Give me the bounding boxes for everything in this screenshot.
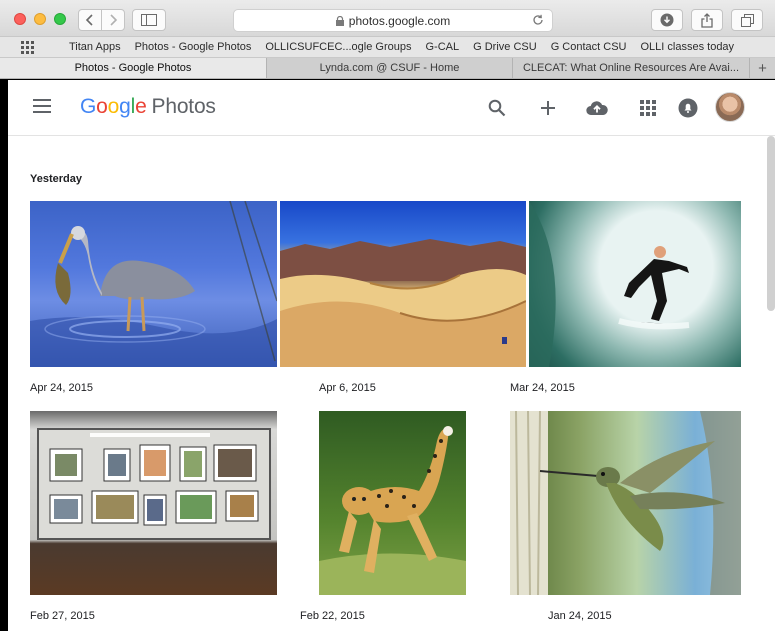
address-bar[interactable]: photos.google.com xyxy=(233,9,553,32)
bookmark-titan-apps[interactable]: Titan Apps xyxy=(69,41,121,53)
new-tab-button[interactable]: + xyxy=(750,58,775,78)
bookmark-g-drive-csu[interactable]: G Drive CSU xyxy=(473,41,537,53)
photo-heron[interactable] xyxy=(30,201,277,367)
search-icon[interactable] xyxy=(486,97,508,119)
apps-grid-icon[interactable] xyxy=(637,97,659,119)
sidebar-toggle-button[interactable] xyxy=(132,9,166,31)
google-photos-page: Google Photos Yesterday Apr 24, 2015 Apr… xyxy=(8,80,775,631)
back-button[interactable] xyxy=(78,9,102,31)
photo-date: Apr 24, 2015 xyxy=(30,382,93,394)
google-photos-logo[interactable]: Google Photos xyxy=(80,95,216,119)
forward-button[interactable] xyxy=(101,9,125,31)
bookmark-g-cal[interactable]: G-CAL xyxy=(426,41,460,53)
close-window-button[interactable] xyxy=(14,13,26,25)
add-icon[interactable] xyxy=(537,97,559,119)
avatar[interactable] xyxy=(715,92,745,122)
minimize-window-button[interactable] xyxy=(34,13,46,25)
bookmark-olli-google-groups[interactable]: OLLICSUFCEC...ogle Groups xyxy=(265,41,411,53)
menu-icon[interactable] xyxy=(33,99,51,113)
tabs-icon xyxy=(740,13,754,27)
downloads-button[interactable] xyxy=(651,9,683,31)
photo-date: Feb 27, 2015 xyxy=(30,610,95,622)
bookmarks-bar: Titan Apps Photos - Google Photos OLLICS… xyxy=(0,37,775,58)
tab-clecat[interactable]: CLECAT: What Online Resources Are Avai..… xyxy=(513,58,750,78)
tab-lynda[interactable]: Lynda.com @ CSUF - Home xyxy=(267,58,513,78)
photo-hummingbird[interactable] xyxy=(510,411,741,595)
app-header: Google Photos xyxy=(8,80,775,136)
tab-google-photos[interactable]: Photos - Google Photos xyxy=(0,58,267,78)
photo-cheetah[interactable] xyxy=(319,411,466,595)
bookmark-olli-classes[interactable]: OLLI classes today xyxy=(641,41,735,53)
photo-date: Feb 22, 2015 xyxy=(300,610,365,622)
bookmark-google-photos[interactable]: Photos - Google Photos xyxy=(135,41,252,53)
page-scrollbar[interactable] xyxy=(767,136,775,311)
reload-icon[interactable] xyxy=(532,14,544,29)
tab-bar: Photos - Google Photos Lynda.com @ CSUF … xyxy=(0,58,775,79)
photo-dunes[interactable] xyxy=(280,201,526,367)
bookmark-g-contact-csu[interactable]: G Contact CSU xyxy=(551,41,627,53)
photo-date: Jan 24, 2015 xyxy=(548,610,612,622)
share-icon xyxy=(701,12,713,28)
photo-exhibit[interactable] xyxy=(30,411,277,595)
section-title: Yesterday xyxy=(30,173,82,185)
chevron-left-icon xyxy=(85,14,93,26)
sidebar-icon xyxy=(141,14,157,26)
photo-date: Apr 6, 2015 xyxy=(319,382,376,394)
photo-date: Mar 24, 2015 xyxy=(510,382,575,394)
tab-overview-button[interactable] xyxy=(731,9,763,31)
download-icon xyxy=(660,13,674,27)
notifications-icon[interactable] xyxy=(677,97,699,119)
cloud-upload-icon[interactable] xyxy=(586,97,608,119)
share-button[interactable] xyxy=(691,9,723,31)
fullscreen-window-button[interactable] xyxy=(54,13,66,25)
top-sites-grid-icon[interactable] xyxy=(21,40,34,54)
browser-titlebar: photos.google.com xyxy=(0,0,775,37)
chevron-right-icon xyxy=(110,14,118,26)
photo-surfer[interactable] xyxy=(529,201,741,367)
url-text: photos.google.com xyxy=(348,13,451,28)
lock-icon xyxy=(335,15,344,26)
